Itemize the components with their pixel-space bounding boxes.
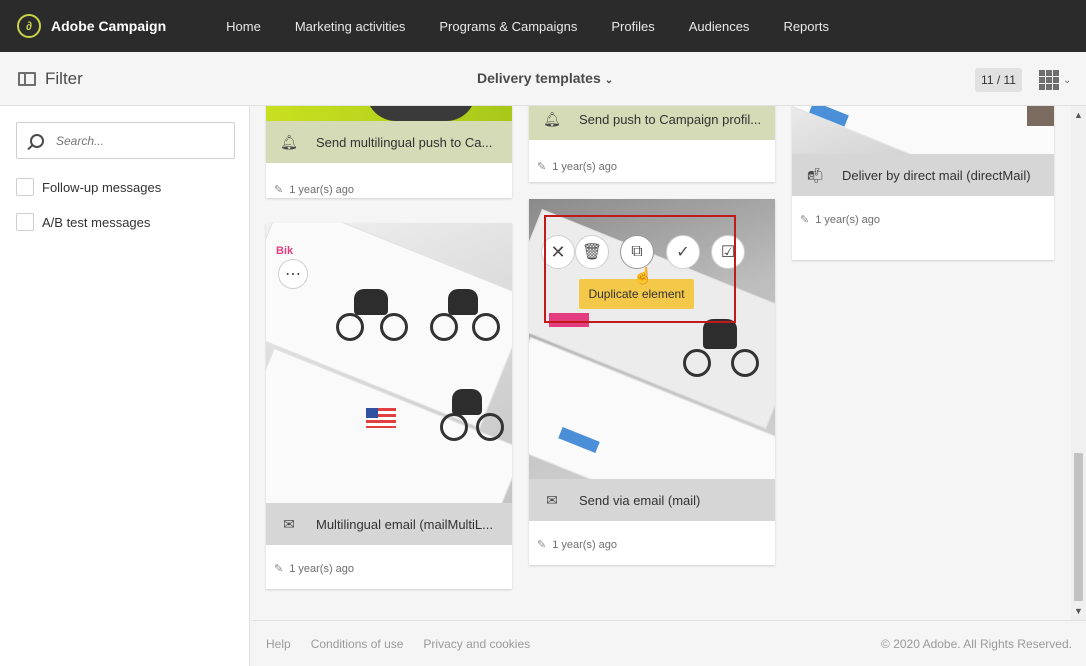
footer-link-privacy[interactable]: Privacy and cookies <box>423 637 530 651</box>
search-input[interactable] <box>56 133 216 148</box>
modified-time: 1 year(s) ago <box>289 183 355 196</box>
filter-option-label: Follow-up messages <box>42 179 162 195</box>
modified-time: 1 year(s) ago <box>552 160 618 173</box>
template-meta: ✎ 1 year(s) ago <box>274 183 355 197</box>
template-meta: ✎ 1 year(s) ago <box>537 538 618 552</box>
checkbox[interactable] <box>16 178 34 196</box>
checkbox[interactable] <box>16 213 34 231</box>
envelope-icon: ✉ <box>546 491 558 508</box>
adobe-campaign-logo-icon: ∂ <box>17 14 41 38</box>
more-options-button[interactable]: ⋯ <box>278 259 308 289</box>
app-logo[interactable]: ∂ Adobe Campaign <box>17 14 166 38</box>
nav-marketing-activities[interactable]: Marketing activities <box>295 19 406 34</box>
template-title: Multilingual email (mailMultiL... <box>316 516 493 532</box>
template-title: Deliver by direct mail (directMail) <box>842 167 1031 183</box>
main-nav: Home Marketing activities Programs & Cam… <box>226 19 863 34</box>
scroll-up-icon[interactable]: ▲ <box>1074 110 1083 120</box>
envelope-icon: ✉ <box>283 515 295 532</box>
template-caption: 🔔︎ Send multilingual push to Ca... <box>266 121 512 163</box>
view-title: Delivery templates <box>477 70 601 86</box>
modified-time: 1 year(s) ago <box>815 213 881 226</box>
template-grid: 🔔︎ Send multilingual push to Ca... ✎ 1 y… <box>251 106 1071 620</box>
scroll-down-icon[interactable]: ▼ <box>1074 606 1083 616</box>
template-card[interactable]: 🔔︎ Send push to Campaign profil... ✎ 1 y… <box>529 106 775 182</box>
modified-time: 1 year(s) ago <box>289 562 355 575</box>
template-caption: ✉ Send via email (mail) <box>529 479 775 521</box>
footer: Help Conditions of use Privacy and cooki… <box>251 620 1086 666</box>
template-title: Send via email (mail) <box>579 492 701 508</box>
hand-cursor-icon: ☝ <box>633 268 653 285</box>
filter-option-label: A/B test messages <box>42 214 151 230</box>
bell-icon: 🔔︎ <box>543 110 561 127</box>
grid-view-icon <box>1039 70 1059 90</box>
pencil-icon: ✎ <box>537 539 547 551</box>
search-box[interactable] <box>16 122 235 159</box>
footer-link-conditions[interactable]: Conditions of use <box>311 637 404 651</box>
bell-icon: 🔔︎ <box>280 133 298 150</box>
view-selector-dropdown[interactable]: Delivery templates ⌄ <box>477 70 613 86</box>
pencil-icon: ✎ <box>274 184 284 196</box>
pencil-icon: ✎ <box>800 214 810 226</box>
app-name: Adobe Campaign <box>51 18 167 34</box>
pencil-icon: ✎ <box>537 161 547 173</box>
template-thumbnail: Bik ⋯ <box>266 223 512 545</box>
filter-panel: Follow-up messages A/B test messages <box>0 106 250 666</box>
template-card[interactable]: 🔔︎ Send multilingual push to Ca... ✎ 1 y… <box>266 106 512 198</box>
search-icon <box>30 133 44 148</box>
sub-header: Filter Delivery templates ⌄ 11 / 11 ⌄ <box>0 52 1086 106</box>
filter-option-ab-test[interactable]: A/B test messages <box>16 213 150 231</box>
filter-toggle-button[interactable]: Filter <box>18 69 83 89</box>
pencil-icon: ✎ <box>274 563 284 575</box>
scrollbar-thumb[interactable] <box>1074 453 1083 601</box>
vertical-scrollbar[interactable]: ▲ ▼ <box>1071 106 1086 620</box>
nav-reports[interactable]: Reports <box>783 19 829 34</box>
copyright: © 2020 Adobe. All Rights Reserved. <box>881 636 1072 651</box>
template-caption: 📬︎ Deliver by direct mail (directMail) <box>792 154 1054 196</box>
item-counter: 11 / 11 <box>975 68 1022 92</box>
template-card[interactable]: 📬︎ Deliver by direct mail (directMail) ✎… <box>792 106 1054 260</box>
chevron-down-icon: ⌄ <box>604 75 614 86</box>
template-caption: ✉ Multilingual email (mailMultiL... <box>266 503 512 545</box>
sidebar-panel-icon <box>18 72 36 86</box>
layout-switch-button[interactable]: ⌄ <box>1039 70 1071 90</box>
top-navigation-bar: ∂ Adobe Campaign Home Marketing activiti… <box>0 0 1086 52</box>
mailbox-icon: 📬︎ <box>806 166 824 183</box>
modified-time: 1 year(s) ago <box>552 538 618 551</box>
filter-option-follow-up[interactable]: Follow-up messages <box>16 178 161 196</box>
template-meta: ✎ 1 year(s) ago <box>800 213 881 227</box>
nav-home[interactable]: Home <box>226 19 261 34</box>
template-title: Send multilingual push to Ca... <box>316 134 493 150</box>
template-caption: 🔔︎ Send push to Campaign profil... <box>529 106 775 140</box>
template-meta: ✎ 1 year(s) ago <box>274 562 355 576</box>
template-meta: ✎ 1 year(s) ago <box>537 160 618 174</box>
chevron-down-icon: ⌄ <box>1063 74 1072 86</box>
filter-label: Filter <box>45 69 83 88</box>
template-title: Send push to Campaign profil... <box>579 111 762 127</box>
nav-profiles[interactable]: Profiles <box>611 19 654 34</box>
nav-audiences[interactable]: Audiences <box>689 19 750 34</box>
template-thumbnail <box>266 106 512 121</box>
template-card[interactable]: Bik ⋯ ✉ Multilingual email (mailMultiL..… <box>266 223 512 589</box>
footer-link-help[interactable]: Help <box>266 637 291 651</box>
nav-programs-campaigns[interactable]: Programs & Campaigns <box>439 19 577 34</box>
